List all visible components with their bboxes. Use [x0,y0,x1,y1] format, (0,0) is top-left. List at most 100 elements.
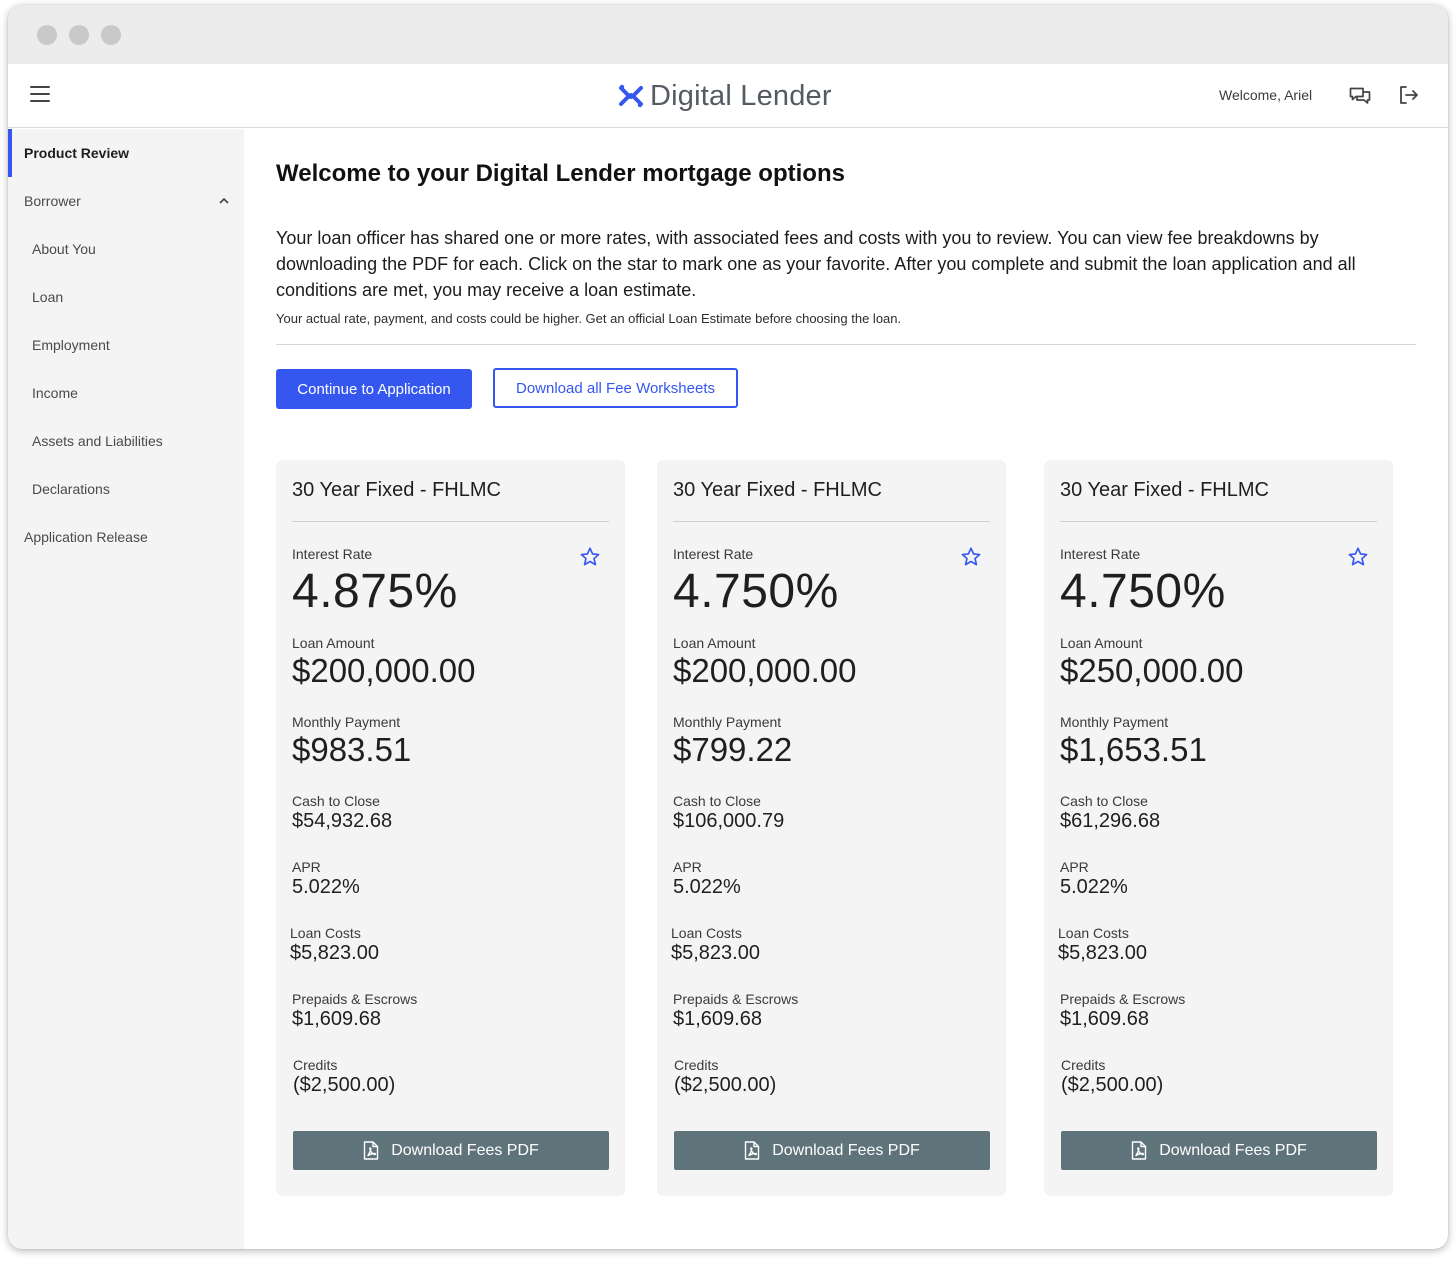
cash-to-close-label: Cash to Close [292,793,380,809]
card-divider [1060,521,1377,522]
logo-mark-icon [619,84,643,108]
sidebar: Product Review Borrower About You Loan E… [8,129,244,1249]
apr-label: APR [292,859,321,875]
sidebar-item-income[interactable]: Income [8,369,244,417]
credits-value: ($2,500.00) [674,1074,777,1096]
loan-amount-label: Loan Amount [673,635,756,651]
apr-label: APR [673,859,702,875]
card-divider [292,521,609,522]
apr-value: 5.022% [292,876,360,898]
prepaids-label: Prepaids & Escrows [292,991,418,1007]
star-outline-icon[interactable] [960,546,982,568]
card-title: 30 Year Fixed - FHLMC [673,479,882,501]
sidebar-item-label: Declarations [32,481,110,497]
loan-option-card: 30 Year Fixed - FHLMC Interest Rate 4.75… [657,460,1006,1196]
loan-costs-value: $5,823.00 [290,942,379,964]
browser-window: Digital Lender Welcome, Ariel Product Re… [8,5,1448,1249]
card-title: 30 Year Fixed - FHLMC [292,479,501,501]
loan-amount-label: Loan Amount [1060,635,1143,651]
download-fees-pdf-button[interactable]: Download Fees PDF [1061,1131,1377,1170]
sidebar-item-declarations[interactable]: Declarations [8,465,244,513]
loan-costs-label: Loan Costs [671,925,742,941]
star-outline-icon[interactable] [1347,546,1369,568]
app-logo: Digital Lender [618,76,832,116]
download-fees-pdf-label: Download Fees PDF [772,1141,920,1159]
loan-amount-label: Loan Amount [292,635,375,651]
logo-text: Digital Lender [650,79,832,112]
sidebar-item-loan[interactable]: Loan [8,273,244,321]
monthly-payment-value: $799.22 [673,731,793,768]
interest-rate-value: 4.875% [292,565,458,618]
sidebar-item-product-review[interactable]: Product Review [8,129,244,177]
pdf-file-icon [744,1141,760,1160]
window-titlebar [8,5,1448,64]
sidebar-item-borrower[interactable]: Borrower [8,177,244,225]
credits-label: Credits [1061,1057,1106,1073]
credits-value: ($2,500.00) [293,1074,396,1096]
interest-rate-label: Interest Rate [673,546,754,562]
apr-value: 5.022% [673,876,741,898]
cash-to-close-label: Cash to Close [673,793,761,809]
card-title: 30 Year Fixed - FHLMC [1060,479,1269,501]
monthly-payment-value: $983.51 [292,731,412,768]
loan-costs-value: $5,823.00 [1058,942,1147,964]
sidebar-item-about-you[interactable]: About You [8,225,244,273]
sidebar-item-label: Income [32,385,78,401]
sidebar-item-label: Assets and Liabilities [32,433,163,449]
prepaids-value: $1,609.68 [292,1008,381,1030]
pdf-file-icon [363,1141,379,1160]
prepaids-value: $1,609.68 [1060,1008,1149,1030]
page-title: Welcome to your Digital Lender mortgage … [276,160,845,187]
prepaids-label: Prepaids & Escrows [1060,991,1186,1007]
download-fees-pdf-button[interactable]: Download Fees PDF [674,1131,990,1170]
interest-rate-label: Interest Rate [292,546,373,562]
pdf-file-icon [1131,1141,1147,1160]
sidebar-item-application-release[interactable]: Application Release [8,513,244,561]
cash-to-close-value: $106,000.79 [673,810,785,832]
download-all-fee-worksheets-button[interactable]: Download all Fee Worksheets [493,368,738,408]
sidebar-item-label: Loan [32,289,64,305]
loan-option-card: 30 Year Fixed - FHLMC Interest Rate 4.87… [276,460,625,1196]
chat-bubbles-icon[interactable] [1348,84,1372,108]
loan-amount-value: $250,000.00 [1060,652,1244,689]
loan-option-card: 30 Year Fixed - FHLMC Interest Rate 4.75… [1044,460,1393,1196]
sidebar-item-assets-liabilities[interactable]: Assets and Liabilities [8,417,244,465]
divider [276,344,1416,345]
cash-to-close-value: $61,296.68 [1060,810,1161,832]
intro-text: Your loan officer has shared one or more… [276,228,1356,300]
loan-amount-value: $200,000.00 [673,652,857,689]
sidebar-item-label: Application Release [24,529,148,545]
interest-rate-value: 4.750% [673,565,839,618]
monthly-payment-label: Monthly Payment [292,714,401,730]
card-divider [673,521,990,522]
monthly-payment-label: Monthly Payment [673,714,782,730]
monthly-payment-label: Monthly Payment [1060,714,1169,730]
chevron-up-icon[interactable] [218,197,230,205]
hamburger-menu-icon[interactable] [30,86,50,104]
top-app-bar: Digital Lender Welcome, Ariel [8,64,1448,128]
sidebar-item-label: Borrower [24,193,81,209]
cash-to-close-value: $54,932.68 [292,810,393,832]
disclaimer-text: Your actual rate, payment, and costs cou… [276,311,902,326]
logout-icon[interactable] [1397,84,1419,106]
loan-amount-value: $200,000.00 [292,652,476,689]
window-zoom-dot[interactable] [101,25,121,45]
window-minimize-dot[interactable] [69,25,89,45]
credits-value: ($2,500.00) [1061,1074,1164,1096]
window-close-dot[interactable] [37,25,57,45]
credits-label: Credits [674,1057,719,1073]
monthly-payment-value: $1,653.51 [1060,731,1207,768]
prepaids-value: $1,609.68 [673,1008,762,1030]
sidebar-item-label: Product Review [24,145,130,161]
download-fees-pdf-label: Download Fees PDF [391,1141,539,1159]
apr-value: 5.022% [1060,876,1128,898]
prepaids-label: Prepaids & Escrows [673,991,799,1007]
interest-rate-value: 4.750% [1060,565,1226,618]
continue-to-application-button[interactable]: Continue to Application [276,369,472,409]
sidebar-item-employment[interactable]: Employment [8,321,244,369]
credits-label: Credits [293,1057,338,1073]
loan-costs-value: $5,823.00 [671,942,760,964]
loan-costs-label: Loan Costs [290,925,361,941]
star-outline-icon[interactable] [579,546,601,568]
download-fees-pdf-button[interactable]: Download Fees PDF [293,1131,609,1170]
